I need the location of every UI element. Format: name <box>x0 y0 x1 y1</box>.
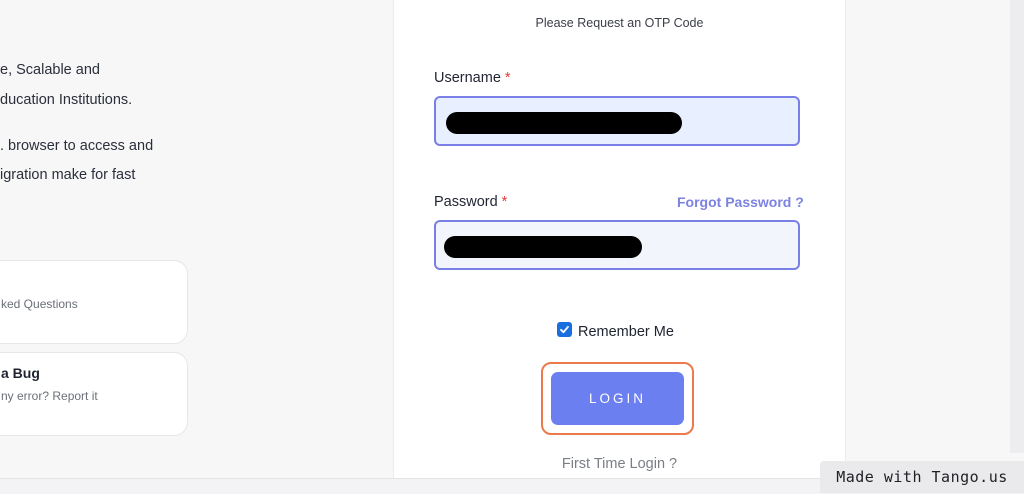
intro-text-line: igration make for fast <box>0 167 136 183</box>
redaction-mask <box>446 112 682 134</box>
login-button-highlight: LOGIN <box>541 362 694 435</box>
tango-watermark: Made with Tango.us <box>820 461 1024 493</box>
forgot-password-link[interactable]: Forgot Password ? <box>677 194 804 210</box>
remember-me-checkbox[interactable] <box>557 321 572 337</box>
password-label: Password * <box>434 194 507 210</box>
intro-text-line: ducation Institutions. <box>0 92 133 108</box>
otp-prompt[interactable]: Please Request an OTP Code <box>394 16 845 30</box>
remember-me-label: Remember Me <box>578 324 674 340</box>
required-mark: * <box>501 194 508 210</box>
login-panel: Please Request an OTP Code Username * Pas… <box>393 0 846 478</box>
username-label-text: Username <box>434 70 501 86</box>
report-bug-card-title: a Bug <box>1 365 40 381</box>
faq-card-subtitle: ked Questions <box>1 297 78 311</box>
password-field[interactable] <box>434 220 800 270</box>
intro-text-line: e, Scalable and <box>0 62 100 78</box>
report-bug-card-subtitle: ny error? Report it <box>1 389 98 403</box>
report-bug-card[interactable]: a Bug ny error? Report it <box>0 352 188 436</box>
checkmark-icon <box>560 325 569 333</box>
required-mark: * <box>504 70 511 86</box>
username-field[interactable] <box>434 96 800 146</box>
first-time-login-link[interactable]: First Time Login ? <box>394 456 845 472</box>
password-label-text: Password <box>434 194 498 210</box>
redaction-mask <box>444 236 642 258</box>
login-button[interactable]: LOGIN <box>551 372 684 425</box>
username-label: Username * <box>434 70 511 86</box>
intro-text-line: . browser to access and <box>0 138 154 154</box>
scrollbar-track[interactable] <box>1010 0 1024 453</box>
faq-card[interactable]: ked Questions <box>0 260 188 344</box>
remember-me[interactable]: Remember Me <box>557 321 674 340</box>
